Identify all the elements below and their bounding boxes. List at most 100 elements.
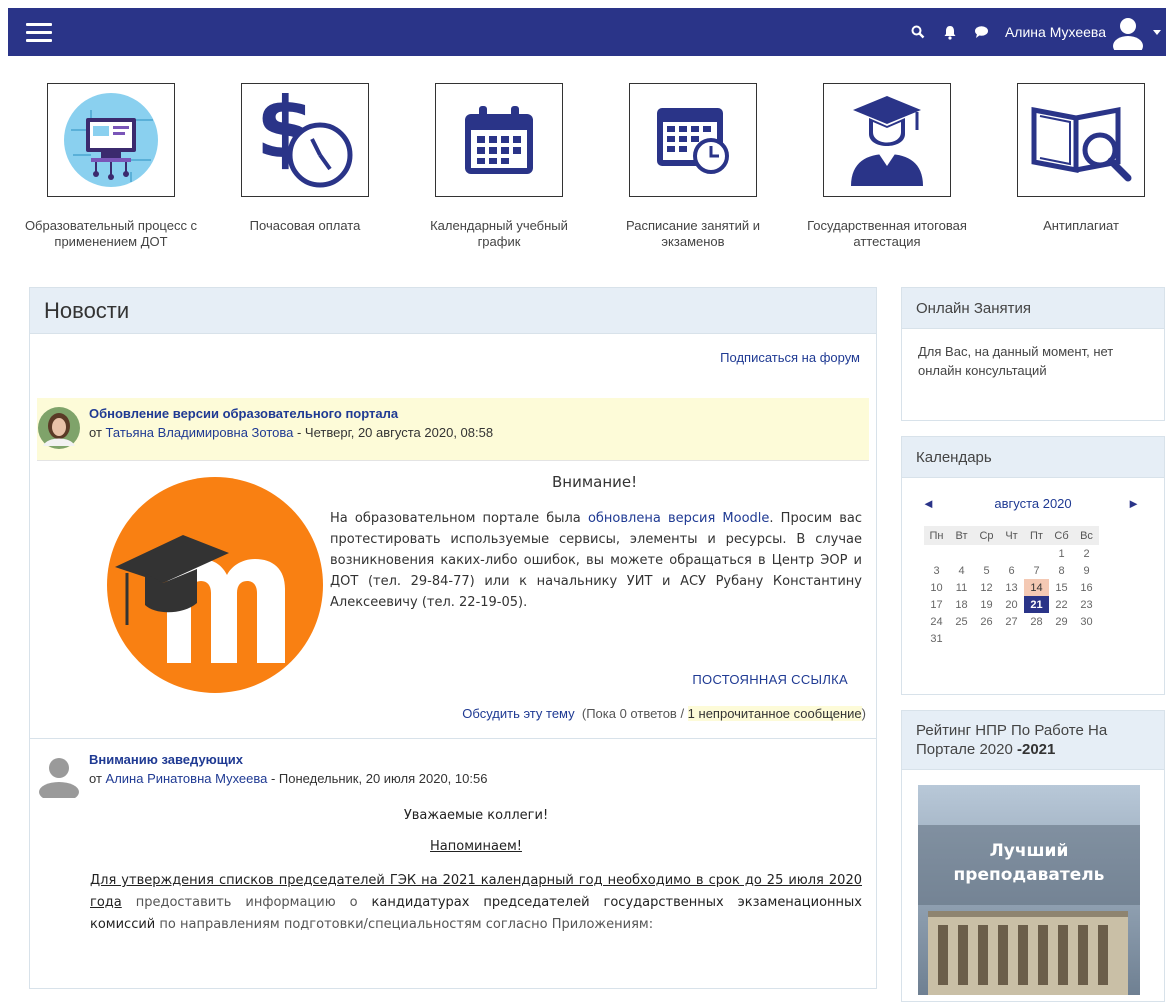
- calendar-empty: [949, 545, 974, 562]
- discuss-link[interactable]: Обсудить эту тему: [462, 706, 574, 721]
- calendar-day[interactable]: 5: [974, 562, 999, 579]
- calendar-empty: [999, 630, 1024, 647]
- greeting: Уважаемые коллеги!: [403, 808, 549, 823]
- banner-text: Лучший преподаватель: [918, 839, 1140, 887]
- tile-label[interactable]: Почасовая оплата: [215, 218, 395, 234]
- best-teacher-banner[interactable]: Лучший преподаватель: [918, 785, 1140, 995]
- permalink[interactable]: ПОСТОЯННАЯ ССЫЛКА: [692, 672, 848, 687]
- calendar-day[interactable]: 7: [1024, 562, 1049, 579]
- caret-down-icon[interactable]: [1152, 27, 1162, 37]
- moodle-update-link[interactable]: обновлена версия Moodle: [588, 511, 769, 526]
- calendar-day[interactable]: 11: [949, 579, 974, 596]
- tile-image[interactable]: [1017, 83, 1145, 197]
- tile-schedule[interactable]: Расписание занятий и экзаменов: [603, 83, 783, 250]
- calendar-day[interactable]: 24: [924, 613, 949, 630]
- banner-line-2: преподаватель: [953, 865, 1105, 885]
- search-icon[interactable]: [905, 8, 931, 56]
- calendar-block: Календарь ◄ августа 2020 ► Пн Вт Ср Чт Пт Сб В…: [901, 436, 1165, 695]
- close-paren: ): [861, 706, 866, 721]
- calendar-day[interactable]: 8: [1049, 562, 1074, 579]
- calendar-day[interactable]: 26: [974, 613, 999, 630]
- calendar-day[interactable]: 13: [999, 579, 1024, 596]
- tile-hourly-pay[interactable]: $ Почасовая оплата: [215, 83, 395, 234]
- calendar-month[interactable]: августа 2020: [902, 496, 1164, 511]
- calendar-day[interactable]: 6: [999, 562, 1024, 579]
- calendar-day[interactable]: 14: [1024, 579, 1049, 596]
- dollar-clock-icon: $: [256, 87, 353, 188]
- calendar-empty: [1024, 545, 1049, 562]
- post-text: по направлениям подготовки/специальностя…: [155, 917, 654, 932]
- calendar-day[interactable]: 1: [1049, 545, 1074, 562]
- calendar-week: 3456789: [924, 562, 1099, 579]
- banner-line-1: Лучший: [989, 841, 1069, 861]
- calendar-day[interactable]: 15: [1049, 579, 1074, 596]
- bell-icon[interactable]: [937, 8, 963, 56]
- calendar-empty: [949, 630, 974, 647]
- calendar-week: 17 18 19 20 21 22 23: [924, 596, 1099, 613]
- calendar-day[interactable]: 19: [974, 596, 999, 613]
- calendar-week: 31: [924, 630, 1099, 647]
- block-title: Рейтинг НПР По Работе На Портале 2020 -2…: [902, 711, 1164, 770]
- calendar-day[interactable]: 23: [1074, 596, 1099, 613]
- tile-academic-calendar[interactable]: Календарный учебный график: [409, 83, 589, 250]
- tile-dot[interactable]: Образовательный процесс с применением ДО…: [21, 83, 201, 250]
- calendar-day[interactable]: 30: [1074, 613, 1099, 630]
- post-title[interactable]: Обновление версии образовательного порта…: [89, 406, 398, 421]
- calendar-day[interactable]: 18: [949, 596, 974, 613]
- tile-label[interactable]: Календарный учебный график: [409, 218, 589, 250]
- tile-final-attestation[interactable]: Государственная итоговая аттестация: [797, 83, 977, 250]
- calendar-day[interactable]: 10: [924, 579, 949, 596]
- author-link[interactable]: Татьяна Владимировна Зотова: [106, 425, 294, 440]
- tile-image[interactable]: [435, 83, 563, 197]
- chat-icon[interactable]: [969, 8, 995, 56]
- tile-label[interactable]: Расписание занятий и экзаменов: [603, 218, 783, 250]
- building-photo: [918, 785, 1140, 995]
- calendar-day[interactable]: 31: [924, 630, 949, 647]
- calendar-week: 24 25 26 27 28 29 30: [924, 613, 1099, 630]
- post-title[interactable]: Вниманию заведующих: [89, 752, 243, 767]
- remind-heading: Напоминаем!: [430, 839, 522, 854]
- calendar-day[interactable]: 21: [1024, 596, 1049, 613]
- tile-label[interactable]: Антиплагиат: [991, 218, 1166, 234]
- author-avatar[interactable]: [37, 406, 81, 450]
- calendar-day[interactable]: 28: [1024, 613, 1049, 630]
- calendar-day[interactable]: 12: [974, 579, 999, 596]
- tile-label[interactable]: Образовательный процесс с применением ДО…: [21, 218, 201, 250]
- book-search-icon: [1031, 106, 1132, 182]
- menu-icon[interactable]: [26, 23, 52, 43]
- calendar-day[interactable]: 9: [1074, 562, 1099, 579]
- tile-image[interactable]: [823, 83, 951, 197]
- calendar-empty: [999, 545, 1024, 562]
- calendar-day[interactable]: 25: [949, 613, 974, 630]
- user-icon[interactable]: [37, 754, 81, 798]
- calendar-empty: [924, 545, 949, 562]
- calendar-day[interactable]: 2: [1074, 545, 1099, 562]
- user-icon[interactable]: [1110, 14, 1146, 50]
- author-link[interactable]: Алина Ринатовна Мухеева: [106, 771, 268, 786]
- calendar-day[interactable]: 4: [949, 562, 974, 579]
- calendar-day[interactable]: 3: [924, 562, 949, 579]
- calendar-empty: [1049, 630, 1074, 647]
- calendar-day[interactable]: 20: [999, 596, 1024, 613]
- unread-link[interactable]: 1 непрочитанное сообщение: [687, 706, 862, 721]
- calendar-day[interactable]: 29: [1049, 613, 1074, 630]
- calendar-day[interactable]: 17: [924, 596, 949, 613]
- post-date: - Понедельник, 20 июля 2020, 10:56: [267, 771, 488, 786]
- calendar-day[interactable]: 27: [999, 613, 1024, 630]
- weekday-header: Вс: [1074, 526, 1099, 545]
- tile-image[interactable]: $: [241, 83, 369, 197]
- moodle-logo: [107, 477, 323, 693]
- post-header: Обновление версии образовательного порта…: [37, 398, 869, 461]
- subscribe-link[interactable]: Подписаться на форум: [720, 350, 860, 365]
- tile-antiplagiarism[interactable]: Антиплагиат: [991, 83, 1166, 234]
- tile-image[interactable]: [47, 83, 175, 197]
- news-title: Новости: [30, 288, 876, 334]
- tile-label[interactable]: Государственная итоговая аттестация: [797, 218, 977, 250]
- post-text: На образовательном портале была: [330, 511, 588, 526]
- from-label: от: [89, 425, 102, 440]
- calendar-day[interactable]: 16: [1074, 579, 1099, 596]
- user-name[interactable]: Алина Мухеева: [1005, 24, 1106, 40]
- next-month-icon[interactable]: ►: [1127, 496, 1140, 511]
- calendar-day[interactable]: 22: [1049, 596, 1074, 613]
- tile-image[interactable]: [629, 83, 757, 197]
